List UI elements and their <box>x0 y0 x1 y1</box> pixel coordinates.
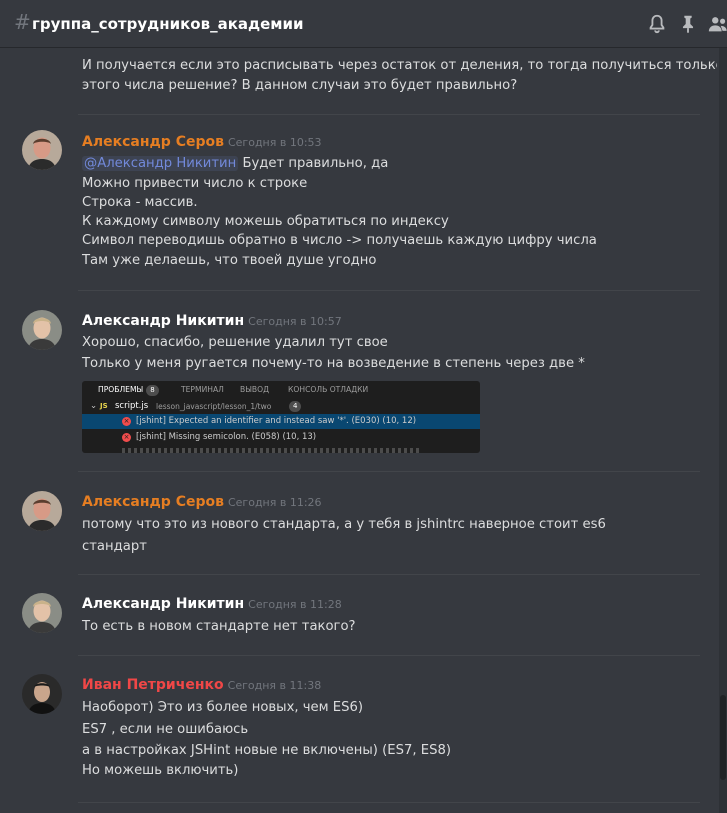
message-timestamp: Сегодня в 10:57 <box>248 315 342 328</box>
message-author[interactable]: Александр Никитин Сегодня в 11:28 <box>82 595 342 614</box>
file-path: lesson_javascript/lesson_1/two <box>156 402 272 411</box>
message-divider <box>78 114 700 115</box>
message-text: Там уже делаешь, что твоей душе угодно <box>82 253 377 268</box>
message-text: Можно привести число к строке <box>82 176 308 191</box>
message-text: Но можешь включить) <box>82 763 239 778</box>
message-divider <box>78 802 700 803</box>
message-divider <box>78 290 700 291</box>
message-text: То есть в новом стандарте нет такого? <box>82 619 356 634</box>
message-text: Наоборот) Это из более новых, чем ES6) <box>82 700 364 715</box>
message-text: Только у меня ругается почему-то на возв… <box>82 356 585 371</box>
problem-text: [jshint] Missing semicolon. (E058) (10, … <box>136 432 317 442</box>
author-name[interactable]: Александр Никитин <box>82 313 244 329</box>
bell-icon[interactable] <box>646 13 668 35</box>
channel-title: группа_сотрудников_академии <box>32 15 304 33</box>
channel-hash-icon: # <box>14 10 31 34</box>
message-text-rest: Будет правильно, да <box>238 156 389 171</box>
message-text: ES7 , если не ошибаюсь <box>82 722 249 737</box>
message-text: потому что это из нового стандарта, а у … <box>82 517 606 532</box>
message-text: Символ переводишь обратно в число -> пол… <box>82 233 597 248</box>
message-divider <box>78 471 700 472</box>
message-text: @Александр Никитин Будет правильно, да <box>82 154 388 173</box>
problem-row: × [jshint] Missing semicolon. (E058) (10… <box>82 430 480 445</box>
tab-debug-console: КОНСОЛЬ ОТЛАДКИ <box>288 385 369 394</box>
problem-row: × [jshint] Expected an identifier and in… <box>82 414 480 429</box>
message-text: К каждому символу можешь обратиться по и… <box>82 214 449 229</box>
problem-text: [jshint] Expected an identifier and inst… <box>136 416 417 426</box>
message-timestamp: Сегодня в 11:28 <box>248 598 342 611</box>
channel-header: # группа_сотрудников_академии <box>0 0 727 48</box>
members-icon[interactable] <box>707 13 727 35</box>
tab-problems: ПРОБЛЕМЫ 8 <box>98 381 159 399</box>
message-text: Строка - массив. <box>82 195 198 210</box>
image-attachment[interactable]: ПРОБЛЕМЫ 8 ТЕРМИНАЛ ВЫВОД КОНСОЛЬ ОТЛАДКИ… <box>82 381 480 453</box>
file-name: script.js <box>115 401 149 411</box>
message-text: Хорошо, спасибо, решение удалил тут свое <box>82 335 388 350</box>
message-text: этого числа решение? В данном случаи это… <box>82 78 518 93</box>
avatar[interactable] <box>22 674 62 714</box>
author-name[interactable]: Александр Серов <box>82 494 224 510</box>
author-name[interactable]: Иван Петриченко <box>82 677 224 693</box>
author-name[interactable]: Александр Никитин <box>82 596 244 612</box>
message-timestamp: Сегодня в 10:53 <box>227 136 322 149</box>
problems-count-badge: 8 <box>146 385 159 396</box>
message-divider <box>78 574 700 575</box>
problems-panel-tabs: ПРОБЛЕМЫ 8 ТЕРМИНАЛ ВЫВОД КОНСОЛЬ ОТЛАДКИ <box>82 381 480 399</box>
message-divider <box>78 655 700 656</box>
message-text: И получается если это расписывать через … <box>82 58 717 73</box>
avatar[interactable] <box>22 310 62 350</box>
tab-label: ПРОБЛЕМЫ <box>98 385 144 394</box>
tab-terminal: ТЕРМИНАЛ <box>181 385 224 394</box>
problems-file-row: ⌄ JS script.js lesson_javascript/lesson_… <box>82 399 480 414</box>
error-icon: × <box>122 417 131 426</box>
message-text: стандарт <box>82 539 147 554</box>
message-author[interactable]: Александр Никитин Сегодня в 10:57 <box>82 312 342 331</box>
chevron-down-icon: ⌄ <box>90 401 98 411</box>
js-file-icon: JS <box>100 402 108 410</box>
scrollbar-thumb[interactable] <box>720 695 726 780</box>
message-text: а в настройках JSHint новые не включены)… <box>82 743 451 758</box>
message-list: И получается если это расписывать через … <box>0 48 717 813</box>
avatar[interactable] <box>22 491 62 531</box>
error-icon: × <box>122 433 131 442</box>
cut-off-row <box>122 448 422 453</box>
avatar[interactable] <box>22 130 62 170</box>
message-author[interactable]: Александр Серов Сегодня в 11:26 <box>82 493 322 512</box>
user-mention[interactable]: @Александр Никитин <box>82 156 239 171</box>
pin-icon[interactable] <box>677 13 699 35</box>
file-problem-count: 4 <box>289 401 302 412</box>
message-author[interactable]: Александр Серов Сегодня в 10:53 <box>82 133 322 152</box>
message-timestamp: Сегодня в 11:26 <box>227 496 322 509</box>
message-author[interactable]: Иван Петриченко Сегодня в 11:38 <box>82 676 321 695</box>
tab-output: ВЫВОД <box>240 385 270 394</box>
message-timestamp: Сегодня в 11:38 <box>227 679 322 692</box>
avatar[interactable] <box>22 593 62 633</box>
author-name[interactable]: Александр Серов <box>82 134 224 150</box>
